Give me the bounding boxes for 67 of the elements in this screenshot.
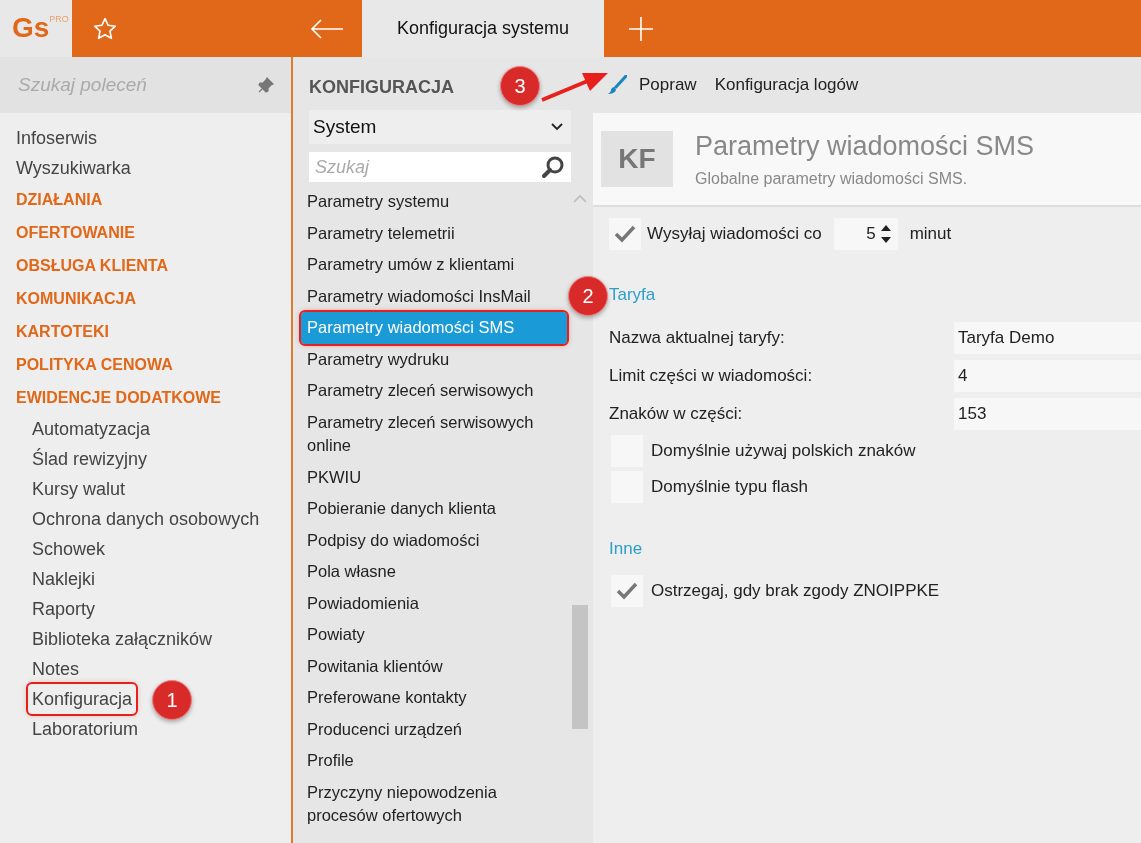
sidebar-item[interactable]: Ślad rewizyjny	[28, 444, 152, 474]
step-badge: 2	[568, 276, 608, 316]
step-badge: 1	[152, 680, 192, 720]
section-heading: Taryfa	[609, 285, 657, 305]
search-field[interactable]: Szukaj	[309, 152, 571, 182]
module-dropdown[interactable]: System	[309, 110, 571, 144]
list-item[interactable]: Podpisy do wiadomości	[301, 524, 567, 556]
checkbox-label: Wysyłaj wiadomości co	[647, 224, 822, 244]
list-item[interactable]: Parametry telemetrii	[301, 217, 567, 249]
sidebar-item[interactable]: Automatyzacja	[28, 414, 155, 444]
sidebar-item[interactable]: Laboratorium	[28, 714, 143, 744]
pin-icon[interactable]	[257, 76, 275, 94]
section-title: KONFIGURACJA	[309, 76, 454, 99]
field-label: Znaków w części:	[609, 404, 744, 424]
list-item[interactable]: Przyczyny niepowodzenia procesów ofertowych	[301, 776, 567, 832]
list-item[interactable]: Parametry zleceń serwisowych online	[301, 406, 567, 462]
checkbox-label: Ostrzegaj, gdy brak zgody ZNOIPPKE	[651, 581, 940, 601]
list-item[interactable]: Pobieranie danych klienta	[301, 493, 567, 525]
tab[interactable]: Konfiguracja systemu	[362, 0, 604, 57]
sidebar-item[interactable]: Infoserwis	[12, 123, 102, 153]
sidebar-item[interactable]: Kursy walut	[28, 474, 130, 504]
input-field[interactable]: 4	[954, 360, 1141, 392]
field-label: Limit części w wiadomości:	[609, 366, 814, 386]
checkbox-label: Domyślnie używaj polskich znaków	[651, 441, 916, 461]
list-item[interactable]: Parametry wydruku	[301, 343, 567, 375]
star-icon[interactable]	[92, 15, 118, 42]
section-heading: Inne	[609, 539, 644, 559]
checkbox-label: Domyślnie typu flash	[651, 477, 808, 497]
sidebar-item[interactable]: Wyszukiwarka	[12, 153, 135, 183]
chevron-down-icon	[551, 123, 563, 131]
list-item[interactable]: Powitania klientów	[301, 650, 567, 682]
input-field[interactable]: Taryfa Demo	[954, 322, 1141, 354]
annotation-arrow	[540, 70, 610, 104]
plus-icon[interactable]	[628, 15, 654, 42]
list-item[interactable]: Producenci urządzeń	[301, 713, 567, 745]
page-subtitle: Globalne parametry wiadomości SMS.	[695, 169, 969, 188]
toolbar-button[interactable]: Konfiguracja logów	[714, 75, 859, 95]
list-item[interactable]: Preferowane kontakty	[301, 682, 567, 714]
sidebar-item[interactable]: Notes	[28, 654, 84, 684]
sidebar-item[interactable]: Ochrona danych osobowych	[28, 504, 264, 534]
sidebar-item[interactable]: Schowek	[28, 534, 110, 564]
checkbox[interactable]	[611, 575, 643, 607]
unit-label: minut	[909, 224, 952, 244]
back-arrow-icon[interactable]	[309, 18, 344, 39]
brush-icon	[607, 75, 627, 95]
scrollbar-thumb[interactable]	[572, 605, 588, 729]
search-icon[interactable]	[541, 155, 565, 179]
checkbox[interactable]	[609, 218, 641, 250]
input-field[interactable]: 153	[954, 398, 1141, 430]
sidebar-item[interactable]: Konfiguracja	[28, 684, 137, 714]
list-item[interactable]: PKWIU	[301, 461, 567, 493]
list-item[interactable]: Powiaty	[301, 619, 567, 651]
list-item[interactable]: Parametry umów z klientami	[301, 249, 567, 281]
module-badge: KF	[601, 131, 673, 187]
list-item[interactable]: Parametry systemu	[301, 186, 567, 218]
list-item[interactable]: Pola własne	[301, 556, 567, 588]
list-item[interactable]: Profile	[301, 745, 567, 777]
number-spinner[interactable]: 5	[833, 218, 898, 250]
list-item[interactable]: Parametry wiadomości InsMail	[301, 280, 567, 312]
sidebar-item[interactable]: Biblioteka załączników	[28, 624, 217, 654]
page-title: Parametry wiadomości SMS	[695, 130, 1035, 162]
sidebar-item[interactable]: Naklejki	[28, 564, 100, 594]
toolbar-button[interactable]: Popraw	[607, 75, 697, 95]
sidebar-item[interactable]: Raporty	[28, 594, 100, 624]
list-item[interactable]: Parametry zleceń serwisowych	[301, 375, 567, 407]
list-item[interactable]: Powiadomienia	[301, 587, 567, 619]
field-label: Nazwa aktualnej taryfy:	[609, 328, 786, 348]
